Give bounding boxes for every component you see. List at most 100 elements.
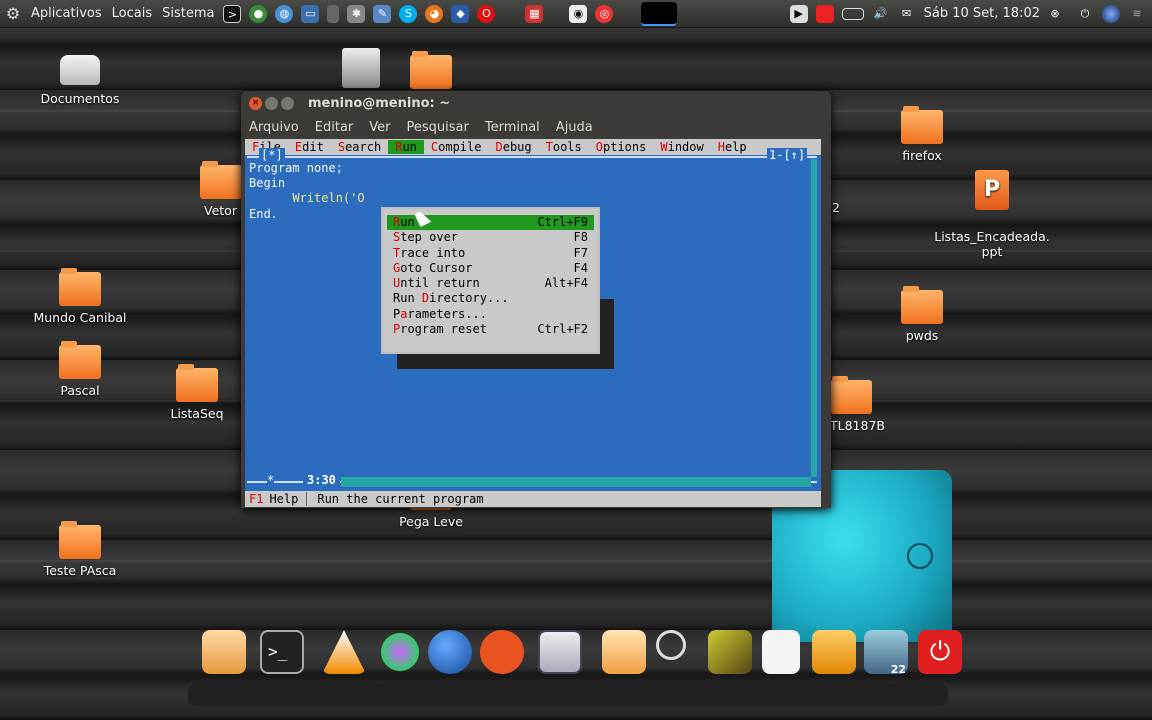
desktop-icon-listas-encadeada[interactable]: P Listas_Encadeada. ppt: [932, 155, 1052, 274]
menu-item-trace-into[interactable]: Trace into F7: [387, 246, 594, 261]
globe-icon[interactable]: [428, 630, 472, 674]
folder-icon: [901, 286, 943, 324]
opera-icon[interactable]: O: [477, 4, 496, 23]
terminal-menubar: Arquivo Editar Ver Pesquisar Terminal Aj…: [241, 115, 831, 139]
menu-ajuda[interactable]: Ajuda: [548, 120, 601, 135]
clock[interactable]: Sáb 10 Set, 18:02: [924, 6, 1040, 21]
power-icon[interactable]: ⏻: [1076, 5, 1094, 23]
window-title: menino@menino: ~: [308, 95, 451, 111]
desktop-icon-tl8187b[interactable]: TL8187B: [826, 376, 896, 433]
search-icon[interactable]: [656, 630, 686, 660]
firefox-icon[interactable]: ◕: [425, 4, 444, 23]
menu-item-until-return[interactable]: Until return Alt+F4: [387, 276, 594, 291]
ide-menu-options[interactable]: Options: [589, 140, 654, 154]
vlc-icon[interactable]: [322, 630, 366, 674]
desktop-icon-pascal[interactable]: Pascal: [25, 341, 135, 398]
ide-menu-compile[interactable]: Compile: [424, 140, 489, 154]
ide-menu-edit[interactable]: Edit: [288, 140, 331, 154]
vertical-scrollbar[interactable]: [811, 159, 817, 477]
code-line[interactable]: Begin: [249, 176, 285, 190]
menu-locais[interactable]: Locais: [107, 6, 157, 21]
users-icon[interactable]: ●: [249, 4, 268, 23]
ide-menu-run[interactable]: Run: [388, 140, 424, 154]
globe-icon[interactable]: [1102, 4, 1120, 23]
folder-icon: [59, 521, 101, 559]
edit-icon[interactable]: [812, 630, 856, 674]
code-line[interactable]: Writeln('O: [249, 191, 364, 205]
menu-item-goto-cursor[interactable]: Goto Cursor F4: [387, 261, 594, 276]
menu-item-parameters[interactable]: Parameters...: [387, 307, 594, 322]
recycle-badge: 22: [890, 663, 906, 676]
menu-sistema[interactable]: Sistema: [157, 6, 219, 21]
menu-aplicativos[interactable]: Aplicativos: [26, 6, 107, 21]
package-icon[interactable]: ▦: [525, 4, 544, 23]
horizontal-scrollbar[interactable]: [341, 477, 811, 487]
record-icon[interactable]: [815, 4, 834, 23]
ide-menu-search[interactable]: Search: [331, 140, 388, 154]
battery-icon[interactable]: [841, 7, 864, 20]
terminal-icon[interactable]: >: [223, 4, 242, 23]
phone-icon[interactable]: [327, 4, 340, 23]
close-icon[interactable]: ×: [249, 96, 262, 110]
browser-icon[interactable]: ◍: [275, 4, 294, 23]
desktop-icon-teste-pasca[interactable]: Teste PAsca: [25, 521, 135, 578]
desktop-icon-label: Teste PAsca: [43, 563, 117, 578]
menu-pesquisar[interactable]: Pesquisar: [399, 120, 477, 135]
ubuntu-logo-icon[interactable]: ⚙: [4, 4, 22, 23]
code-line[interactable]: Program none;: [249, 161, 343, 175]
gimp-icon[interactable]: [202, 630, 246, 674]
terminal-icon[interactable]: >_: [260, 630, 304, 674]
power-icon[interactable]: ⏻: [918, 630, 962, 674]
maximize-icon[interactable]: [281, 96, 294, 110]
menu-item-step-over[interactable]: Step over F8: [387, 230, 594, 245]
network-icon[interactable]: [378, 630, 422, 674]
monitor-icon[interactable]: ▭: [301, 4, 320, 23]
menu-ver[interactable]: Ver: [361, 120, 398, 135]
ide-menu-window[interactable]: Window: [653, 140, 710, 154]
menu-item-program-reset[interactable]: Program reset Ctrl+F2: [387, 322, 594, 337]
lock-icon: [907, 543, 933, 569]
editor-frame-top: [247, 156, 817, 158]
text-editor-icon[interactable]: [762, 630, 800, 674]
clapper-icon[interactable]: ▶: [789, 4, 808, 23]
menu-item-run-directory[interactable]: Run Directory...: [387, 291, 594, 306]
ide-menu-tools[interactable]: Tools: [539, 140, 589, 154]
recycle-icon[interactable]: 22: [864, 630, 908, 676]
computer-icon[interactable]: [342, 48, 380, 88]
status-key[interactable]: F1: [245, 492, 263, 506]
wifi-icon[interactable]: ≋: [1128, 5, 1146, 23]
mail-icon[interactable]: ✉: [898, 5, 916, 23]
chrome-icon[interactable]: ◎: [595, 4, 614, 23]
desktop-icon-listaseq[interactable]: ListaSeq: [142, 364, 252, 421]
ide-menu-help[interactable]: Help: [711, 140, 754, 154]
desktop-icon-documentos[interactable]: Documentos: [25, 55, 135, 106]
window-icon[interactable]: [538, 630, 582, 674]
ubuntu-icon[interactable]: [480, 630, 524, 674]
menu-arquivo[interactable]: Arquivo: [241, 120, 307, 135]
volume-icon[interactable]: 🔊: [872, 5, 890, 23]
window-number[interactable]: 1-[↑]: [767, 148, 808, 162]
menu-terminal[interactable]: Terminal: [477, 120, 548, 135]
code-line[interactable]: End.: [249, 207, 278, 221]
edit-icon[interactable]: ✎: [373, 4, 392, 23]
virtualbox-icon[interactable]: ◆: [451, 4, 470, 23]
skype-icon[interactable]: S: [399, 4, 418, 23]
folder-icon[interactable]: [410, 51, 452, 89]
window-titlebar[interactable]: × menino@menino: ~: [241, 91, 831, 115]
run-dropdown-menu: Run Ctrl+F9 Step over F8 Trace into F7 G…: [381, 207, 600, 354]
status-message: Run the current program: [317, 492, 484, 506]
status-help[interactable]: Help: [263, 492, 308, 506]
minimize-icon[interactable]: [265, 96, 278, 110]
image-icon[interactable]: [708, 630, 752, 674]
ide-menu-debug[interactable]: Debug: [488, 140, 538, 154]
desktop-icon-pwds[interactable]: pwds: [867, 286, 977, 343]
settings-icon[interactable]: ✱: [347, 4, 366, 23]
folder-icon: [59, 268, 101, 306]
screen-icon[interactable]: [641, 1, 678, 26]
menu-editar[interactable]: Editar: [307, 120, 362, 135]
desktop-icon-mundo-canibal[interactable]: Mundo Canibal: [25, 268, 135, 325]
close-icon[interactable]: ⊗: [1046, 5, 1064, 23]
stats-icon[interactable]: ◉: [569, 4, 588, 23]
window-modified-marker: [*]: [259, 148, 285, 162]
files-icon[interactable]: [602, 630, 646, 674]
